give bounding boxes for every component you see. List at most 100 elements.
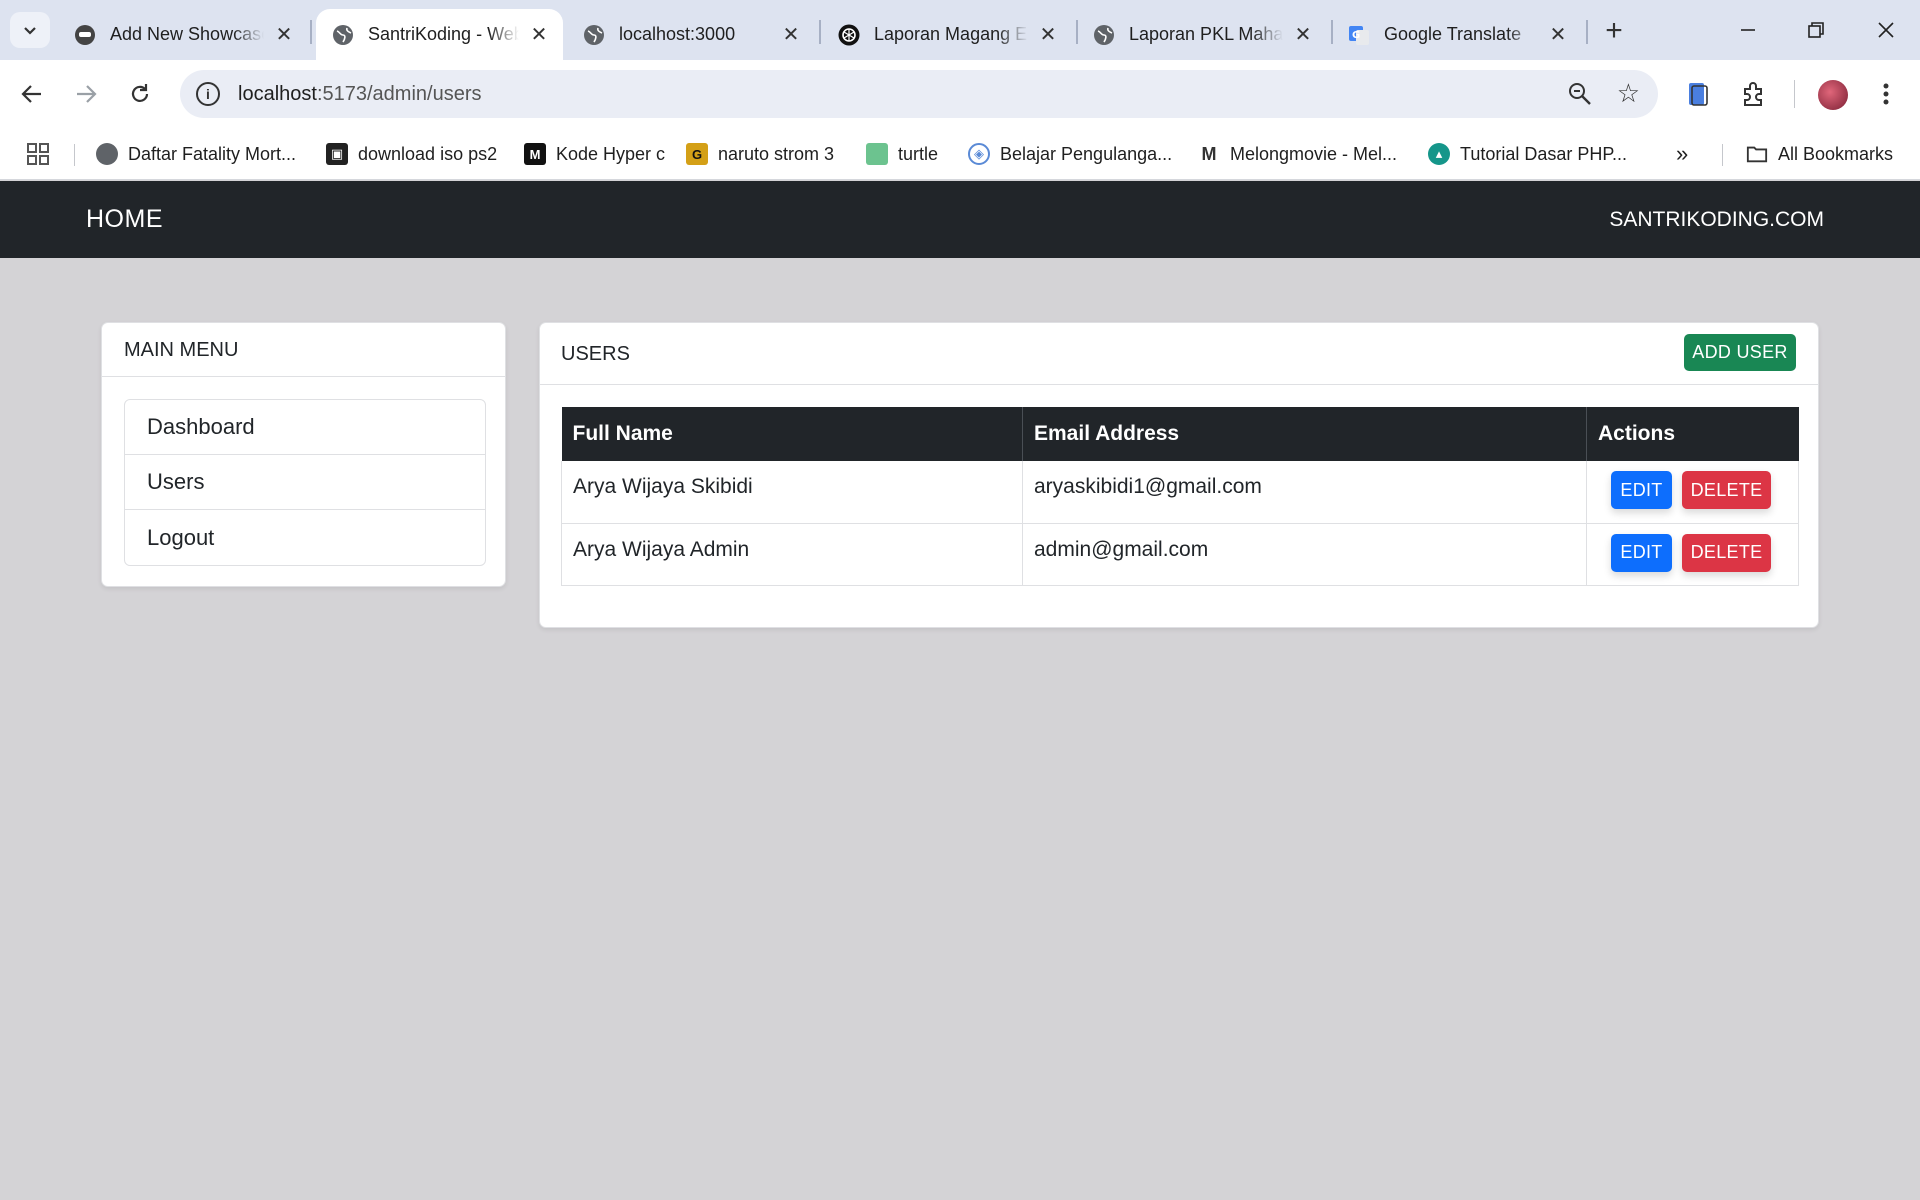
bookmark-item[interactable]: M Kode Hyper c bbox=[524, 140, 665, 168]
site-info-icon[interactable]: i bbox=[196, 82, 220, 106]
table-row: Arya Wijaya Admin admin@gmail.com EDIT D… bbox=[561, 523, 1799, 586]
site-navbar: HOME SANTRIKODING.COM bbox=[0, 181, 1920, 258]
close-icon[interactable]: ✕ bbox=[1293, 24, 1313, 46]
table-header-row: Full Name Email Address Actions bbox=[561, 407, 1799, 461]
back-button[interactable] bbox=[14, 76, 50, 112]
column-header-full-name: Full Name bbox=[561, 407, 1023, 461]
bookmark-label: Daftar Fatality Mort... bbox=[128, 143, 297, 164]
tab-strip: Add New Showcase ✕ SantriKoding - Web ✕ … bbox=[0, 0, 1920, 60]
browser-toolbar: i localhost:5173/admin/users ☆ bbox=[0, 60, 1920, 128]
globe-icon bbox=[96, 143, 118, 165]
tab-laporan-magang[interactable]: Laporan Magang E ✕ bbox=[822, 9, 1072, 60]
edit-user-button[interactable]: EDIT bbox=[1611, 471, 1672, 509]
zoom-icon[interactable] bbox=[1568, 82, 1592, 106]
globe-icon bbox=[583, 24, 605, 46]
menu-item-logout[interactable]: Logout bbox=[125, 510, 485, 565]
tab-manager-icon[interactable] bbox=[1682, 78, 1714, 110]
tab-title: Laporan PKL Maha bbox=[1129, 24, 1283, 44]
all-bookmarks-label: All Bookmarks bbox=[1778, 143, 1894, 164]
tab-santrikoding[interactable]: SantriKoding - Web ✕ bbox=[316, 9, 563, 60]
table-row: Arya Wijaya Skibidi aryaskibidi1@gmail.c… bbox=[561, 461, 1799, 524]
close-icon[interactable]: ✕ bbox=[781, 24, 801, 46]
apps-button[interactable] bbox=[26, 140, 50, 168]
tab-google-translate[interactable]: G Google Translate ✕ bbox=[1332, 9, 1582, 60]
minimize-button[interactable] bbox=[1724, 10, 1772, 50]
nav-home-link[interactable]: HOME bbox=[86, 205, 163, 234]
bookmark-label: Kode Hyper c bbox=[556, 143, 666, 164]
tab-title: Google Translate bbox=[1384, 24, 1522, 44]
tab-title: Add New Showcase bbox=[110, 24, 264, 44]
globe-icon bbox=[1093, 24, 1115, 46]
tab-title: SantriKoding - Web bbox=[368, 24, 519, 44]
bookmarks-divider bbox=[1722, 144, 1723, 166]
tab-add-new-showcase[interactable]: Add New Showcase ✕ bbox=[58, 9, 308, 60]
cell-email: admin@gmail.com bbox=[1022, 523, 1587, 586]
forward-button[interactable] bbox=[68, 76, 104, 112]
add-user-button[interactable]: ADD USER bbox=[1684, 334, 1796, 371]
bookmark-label: download iso ps2 bbox=[358, 143, 498, 164]
profile-avatar[interactable] bbox=[1818, 80, 1848, 110]
restore-button[interactable] bbox=[1792, 10, 1840, 50]
url-host: localhost bbox=[238, 82, 317, 105]
tab-search-button[interactable] bbox=[10, 12, 50, 48]
close-window-button[interactable] bbox=[1862, 10, 1910, 50]
more-menu-icon[interactable] bbox=[1870, 78, 1902, 110]
apps-grid-icon bbox=[27, 143, 49, 165]
main-menu-card: MAIN MENU Dashboard Users Logout bbox=[101, 322, 506, 587]
new-tab-button[interactable]: + bbox=[1596, 14, 1632, 48]
close-icon[interactable]: ✕ bbox=[529, 24, 549, 46]
menu-item-dashboard[interactable]: Dashboard bbox=[125, 400, 485, 455]
cell-actions: EDIT DELETE bbox=[1586, 523, 1799, 586]
bookmark-item[interactable]: ◈ Belajar Pengulanga... bbox=[968, 140, 1172, 168]
plus-icon: + bbox=[1605, 14, 1623, 47]
tab-divider bbox=[310, 20, 312, 44]
column-header-email: Email Address bbox=[1022, 407, 1587, 461]
showcase-icon bbox=[74, 24, 96, 46]
g-logo-icon: G bbox=[686, 143, 708, 165]
tab-localhost-3000[interactable]: localhost:3000 ✕ bbox=[567, 9, 815, 60]
reload-button[interactable] bbox=[122, 76, 158, 112]
close-icon[interactable]: ✕ bbox=[1038, 24, 1058, 46]
restore-icon bbox=[1808, 22, 1824, 38]
close-icon[interactable]: ✕ bbox=[274, 24, 294, 46]
minimize-icon bbox=[1741, 29, 1755, 31]
bookmark-label: Melongmovie - Mel... bbox=[1230, 143, 1398, 164]
tab-title: localhost:3000 bbox=[619, 24, 736, 44]
cell-actions: EDIT DELETE bbox=[1586, 461, 1799, 524]
url-text[interactable]: localhost:5173/admin/users bbox=[238, 83, 481, 106]
delete-user-button[interactable]: DELETE bbox=[1682, 533, 1771, 572]
bookmark-label: Tutorial Dasar PHP... bbox=[1460, 143, 1628, 164]
bookmark-item[interactable]: G naruto strom 3 bbox=[686, 140, 834, 168]
bookmark-star-icon[interactable]: ☆ bbox=[1617, 78, 1640, 108]
bookmark-item[interactable]: Daftar Fatality Mort... bbox=[96, 140, 296, 168]
users-table: Full Name Email Address Actions Arya Wij… bbox=[561, 407, 1799, 586]
column-header-actions: Actions bbox=[1586, 407, 1799, 461]
close-icon[interactable]: ✕ bbox=[1548, 24, 1568, 46]
menu-item-users[interactable]: Users bbox=[125, 455, 485, 510]
globe-icon bbox=[332, 24, 354, 46]
users-card: USERS ADD USER Full Name Email Address A… bbox=[539, 322, 1819, 628]
cell-full-name: Arya Wijaya Admin bbox=[561, 523, 1023, 586]
all-bookmarks-button[interactable]: All Bookmarks bbox=[1746, 140, 1893, 168]
bookmark-label: turtle bbox=[898, 143, 939, 164]
bookmark-item[interactable]: ▴ Tutorial Dasar PHP... bbox=[1428, 140, 1627, 168]
delete-user-button[interactable]: DELETE bbox=[1682, 471, 1771, 509]
bookmark-item[interactable]: M Melongmovie - Mel... bbox=[1198, 140, 1398, 168]
tab-laporan-pkl[interactable]: Laporan PKL Maha ✕ bbox=[1077, 9, 1327, 60]
teal-logo-icon: ▴ bbox=[1428, 143, 1450, 165]
address-bar[interactable]: i localhost:5173/admin/users ☆ bbox=[180, 70, 1658, 118]
svg-text:G: G bbox=[1352, 30, 1360, 41]
edit-user-button[interactable]: EDIT bbox=[1611, 533, 1672, 572]
url-path: :5173/admin/users bbox=[316, 82, 482, 105]
chevron-down-icon bbox=[24, 27, 36, 35]
arrow-right-icon bbox=[77, 85, 97, 103]
bookmark-item[interactable]: turtle bbox=[866, 140, 938, 168]
ps2-icon: ▣ bbox=[326, 143, 348, 165]
extensions-icon[interactable] bbox=[1738, 78, 1770, 110]
bookmark-item[interactable]: ▣ download iso ps2 bbox=[326, 140, 497, 168]
more-bookmarks-button[interactable]: » bbox=[1676, 140, 1688, 168]
m-logo-icon: M bbox=[524, 143, 546, 165]
bookmarks-bar: Daftar Fatality Mort... ▣ download iso p… bbox=[0, 128, 1920, 180]
nav-site-link[interactable]: SANTRIKODING.COM bbox=[1609, 208, 1824, 232]
main-menu-list: Dashboard Users Logout bbox=[124, 399, 486, 566]
